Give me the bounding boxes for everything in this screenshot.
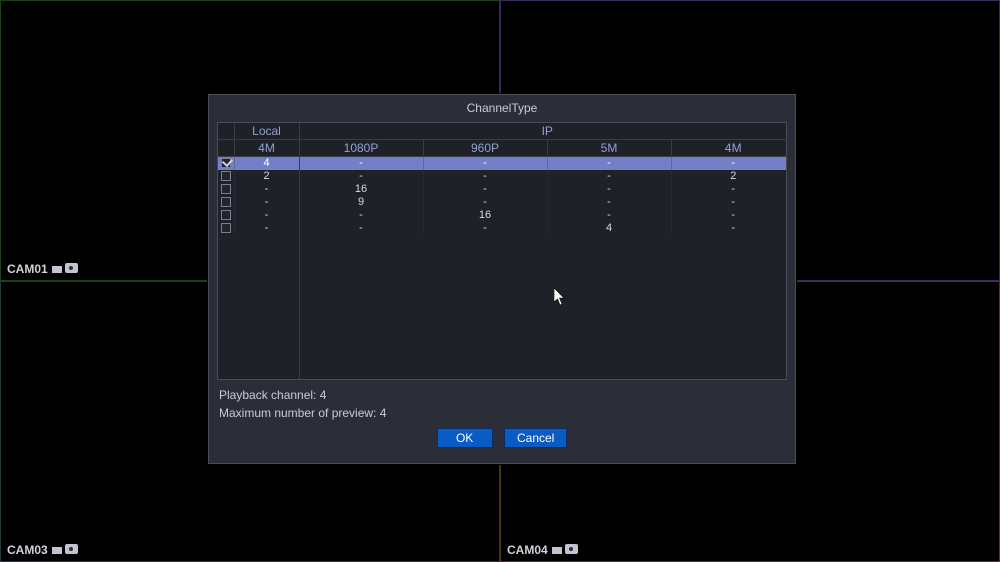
row-checkbox-cell[interactable] — [218, 196, 234, 209]
col-960p[interactable]: 960P — [423, 140, 547, 157]
cell: - — [671, 222, 787, 235]
row-checkbox[interactable] — [221, 197, 231, 207]
cam1-name: CAM01 — [7, 262, 48, 276]
col-checkbox-header[interactable] — [218, 140, 234, 157]
table-row[interactable]: -16--- — [218, 183, 787, 196]
group-local-header: Local — [234, 123, 299, 140]
table-row[interactable]: --16-- — [218, 209, 787, 222]
dialog-title: ChannelType — [209, 95, 795, 122]
cell: 16 — [299, 183, 423, 196]
table-row[interactable]: 2---2 — [218, 170, 787, 183]
cell: - — [547, 183, 671, 196]
cell: 2 — [671, 170, 787, 183]
cell: - — [671, 196, 787, 209]
ok-button[interactable]: OK — [437, 428, 493, 448]
cam4-name: CAM04 — [507, 543, 548, 557]
cell: - — [547, 157, 671, 170]
cell: - — [299, 209, 423, 222]
cell: - — [547, 209, 671, 222]
cell: - — [234, 222, 299, 235]
dialog-button-row: OK Cancel — [209, 422, 795, 456]
cell: - — [423, 196, 547, 209]
row-checkbox[interactable] — [221, 184, 231, 194]
cell: - — [423, 170, 547, 183]
cell: - — [234, 183, 299, 196]
cell: - — [299, 157, 423, 170]
col-4m-ip[interactable]: 4M — [671, 140, 787, 157]
cam-status-icon — [52, 263, 78, 275]
table-row[interactable]: ---4- — [218, 222, 787, 235]
cell: - — [671, 209, 787, 222]
cell: - — [671, 157, 787, 170]
cell: 16 — [423, 209, 547, 222]
col-4m-local[interactable]: 4M — [234, 140, 299, 157]
channeltype-table-wrap: Local IP 4M 1080P 960P 5M 4M 4----2---2-… — [217, 122, 787, 380]
row-checkbox-cell[interactable] — [218, 209, 234, 222]
cell: - — [299, 170, 423, 183]
row-checkbox[interactable] — [221, 210, 231, 220]
cell: - — [423, 157, 547, 170]
group-ip-header: IP — [299, 123, 787, 140]
col-5m[interactable]: 5M — [547, 140, 671, 157]
cell: - — [234, 209, 299, 222]
cam3-label: CAM03 — [7, 543, 78, 557]
channeltype-table: Local IP 4M 1080P 960P 5M 4M 4----2---2-… — [218, 123, 787, 235]
cell: - — [423, 222, 547, 235]
cell: - — [547, 196, 671, 209]
cell: 9 — [299, 196, 423, 209]
cell: - — [547, 170, 671, 183]
cam3-name: CAM03 — [7, 543, 48, 557]
row-checkbox[interactable] — [221, 158, 231, 168]
row-checkbox-cell[interactable] — [218, 157, 234, 170]
cancel-button[interactable]: Cancel — [504, 428, 567, 448]
cell: 2 — [234, 170, 299, 183]
dialog-footer-text: Playback channel: 4 Maximum number of pr… — [209, 380, 795, 422]
col-checkbox-header — [218, 123, 234, 140]
row-checkbox-cell[interactable] — [218, 222, 234, 235]
row-checkbox-cell[interactable] — [218, 170, 234, 183]
table-row[interactable]: 4---- — [218, 157, 787, 170]
table-row[interactable]: -9--- — [218, 196, 787, 209]
channeltype-dialog: ChannelType Local IP 4M 1080P — [208, 94, 796, 464]
playback-channel-label: Playback channel: 4 — [219, 386, 785, 404]
row-checkbox-cell[interactable] — [218, 183, 234, 196]
group-divider — [299, 123, 300, 379]
cell: - — [671, 183, 787, 196]
max-preview-label: Maximum number of preview: 4 — [219, 404, 785, 422]
cam-status-icon — [552, 544, 578, 556]
camera-grid: CAM01 CAM03 CAM04 ChannelType — [0, 0, 1000, 562]
row-checkbox[interactable] — [221, 223, 231, 233]
cam1-label: CAM01 — [7, 262, 78, 276]
cam4-label: CAM04 — [507, 543, 578, 557]
cell: - — [234, 196, 299, 209]
cam-status-icon — [52, 544, 78, 556]
row-checkbox[interactable] — [221, 171, 231, 181]
cell: - — [299, 222, 423, 235]
col-1080p[interactable]: 1080P — [299, 140, 423, 157]
cell: 4 — [234, 157, 299, 170]
cell: 4 — [547, 222, 671, 235]
cell: - — [423, 183, 547, 196]
